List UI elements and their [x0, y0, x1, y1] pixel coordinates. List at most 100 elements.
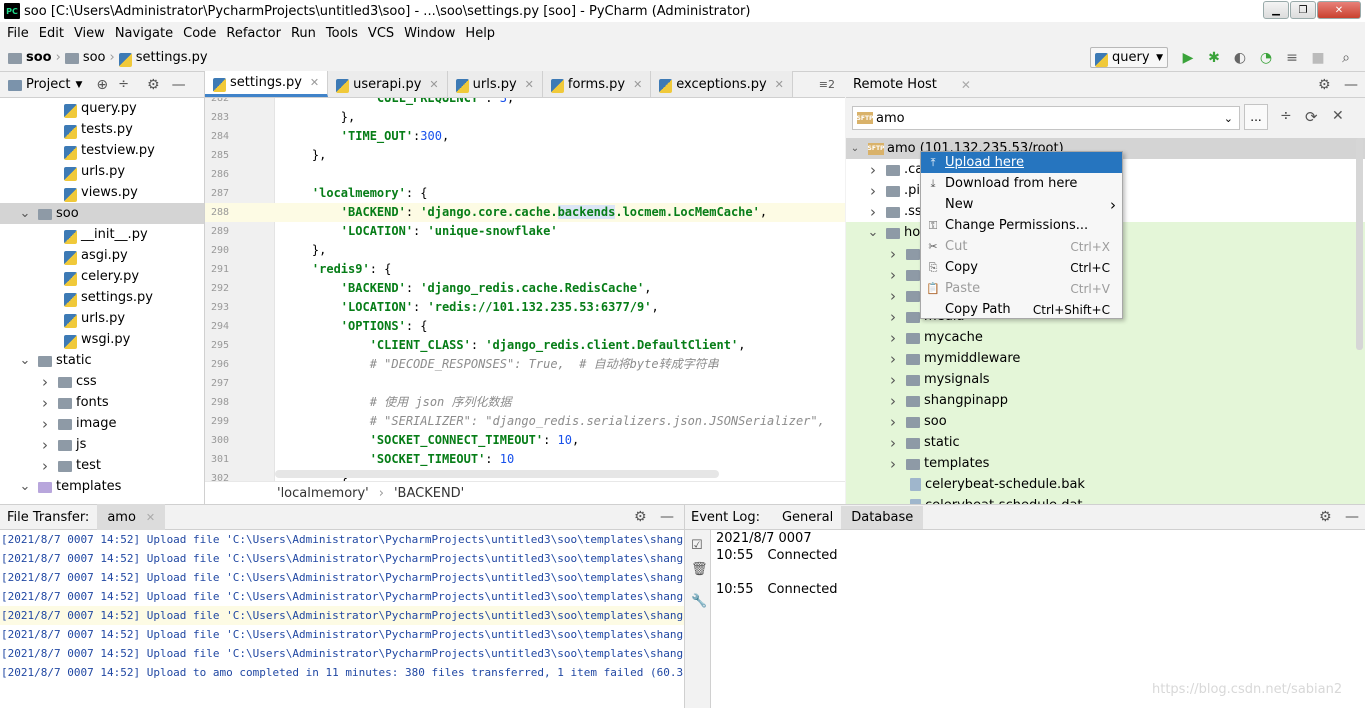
chevron-right-icon[interactable]: › [38, 373, 52, 391]
menu-edit[interactable]: Edit [34, 26, 69, 41]
close-button[interactable]: ✕ [1317, 1, 1361, 19]
menu-window[interactable]: Window [399, 26, 460, 41]
remote-tree-item[interactable]: › shangpinapp [846, 390, 1365, 411]
code-line[interactable]: 300 'SOCKET_CONNECT_TIMEOUT': 10, [205, 431, 845, 450]
chevron-down-icon[interactable]: ⌄ [18, 353, 32, 368]
horizontal-scrollbar[interactable] [275, 470, 719, 478]
code-line[interactable]: 289 'LOCATION': 'unique-snowflake' [205, 222, 845, 241]
remote-tree-item[interactable]: › templates [846, 453, 1365, 474]
chevron-right-icon[interactable]: › [38, 457, 52, 475]
collapse-icon[interactable]: ÷ [1280, 108, 1292, 124]
code-line[interactable]: 288 'BACKEND': 'django.core.cache.backen… [205, 203, 845, 222]
project-tree-item[interactable]: › fonts [0, 392, 204, 413]
breadcrumb-item-project[interactable]: soo [8, 50, 52, 65]
trash-icon[interactable]: 🗑 [691, 562, 708, 577]
code-line[interactable]: 295 'CLIENT_CLASS': 'django_redis.client… [205, 336, 845, 355]
menu-item-copy-path[interactable]: Copy Path Ctrl+Shift+C [921, 299, 1122, 320]
close-icon[interactable]: ✕ [633, 78, 642, 91]
close-icon[interactable]: ✕ [525, 78, 534, 91]
tab-database[interactable]: Database [841, 505, 924, 529]
concurrency-icon[interactable]: ≡ [1284, 50, 1300, 66]
chevron-right-icon[interactable]: › [886, 350, 900, 368]
menu-file[interactable]: File [2, 26, 34, 41]
menu-refactor[interactable]: Refactor [221, 26, 286, 41]
search-icon[interactable]: ⌕ [1338, 50, 1354, 66]
code-line[interactable]: 285 }, [205, 146, 845, 165]
chevron-right-icon[interactable]: › [886, 455, 900, 473]
locate-icon[interactable]: ⊕ [96, 77, 108, 93]
menu-item-cut[interactable]: ✂ Cut Ctrl+X [921, 236, 1122, 257]
code-editor[interactable]: 282 'CULL_FREQUENCY': 3, 283 }, 284 'TIME_… [205, 98, 845, 481]
code-line[interactable]: 290 }, [205, 241, 845, 260]
remote-tree-item[interactable]: › mysignals [846, 369, 1365, 390]
remote-tree-item[interactable]: › soo [846, 411, 1365, 432]
project-tree-item[interactable]: ⌄ soo [0, 203, 204, 224]
mark-read-icon[interactable]: ☑ [691, 538, 703, 553]
code-line[interactable]: 282 'CULL_FREQUENCY': 3, [205, 98, 845, 108]
debug-icon[interactable]: ✱ [1206, 50, 1222, 66]
remote-tree-item[interactable]: › static [846, 432, 1365, 453]
code-line[interactable]: 299 # "SERIALIZER": "django_redis.serial… [205, 412, 845, 431]
server-select[interactable]: SFTP amo ⌄ [852, 106, 1240, 130]
code-line[interactable]: 298 # 使用 json 序列化数据 [205, 393, 845, 412]
project-panel-title[interactable]: Project [26, 77, 70, 92]
vertical-scrollbar[interactable] [1356, 138, 1363, 350]
project-tree-item[interactable]: celery.py [0, 266, 204, 287]
chevron-right-icon[interactable]: › [886, 329, 900, 347]
menu-item-change-permissions[interactable]: ⚿ Change Permissions... [921, 215, 1122, 236]
chevron-right-icon[interactable]: › [886, 392, 900, 410]
chevron-down-icon[interactable]: ⌄ [866, 225, 880, 240]
tab-general[interactable]: General [774, 510, 841, 525]
chevron-right-icon[interactable]: › [38, 394, 52, 412]
code-line[interactable]: 287 'localmemory': { [205, 184, 845, 203]
chevron-down-icon[interactable]: ⌄ [18, 206, 32, 221]
collapse-all-icon[interactable]: ÷ [118, 77, 129, 92]
editor-breadcrumb-item[interactable]: 'BACKEND' [394, 486, 464, 501]
gear-icon[interactable]: ⚙ [1319, 509, 1332, 525]
chevron-down-icon[interactable]: ▼ [75, 80, 82, 90]
menu-navigate[interactable]: Navigate [110, 26, 178, 41]
browse-servers-button[interactable]: ... [1244, 104, 1268, 130]
project-tree-item[interactable]: __init__.py [0, 224, 204, 245]
code-line[interactable]: 284 'TIME_OUT':300, [205, 127, 845, 146]
code-line[interactable]: 286 [205, 165, 845, 184]
close-icon[interactable]: ✕ [310, 76, 319, 89]
project-tree-item[interactable]: asgi.py [0, 245, 204, 266]
maximize-button[interactable]: ❐ [1290, 1, 1316, 19]
menu-code[interactable]: Code [178, 26, 221, 41]
menu-item-copy[interactable]: ⎘ Copy Ctrl+C [921, 257, 1122, 278]
remote-tree-item[interactable]: celerybeat-schedule.dat [846, 495, 1365, 504]
file-transfer-tab[interactable]: amo ✕ [97, 504, 166, 530]
chevron-down-icon[interactable]: ⌄ [18, 479, 32, 494]
chevron-right-icon[interactable]: › [886, 245, 900, 263]
menu-vcs[interactable]: VCS [363, 26, 399, 41]
hide-panel-icon[interactable]: — [172, 77, 186, 93]
menu-item-new[interactable]: New › [921, 194, 1122, 215]
code-line[interactable]: 293 'LOCATION': 'redis://101.132.235.53:… [205, 298, 845, 317]
chevron-right-icon[interactable]: › [866, 182, 880, 200]
remote-tree-item[interactable]: celerybeat-schedule.bak [846, 474, 1365, 495]
gear-icon[interactable]: ⚙ [147, 77, 160, 93]
chevron-right-icon[interactable]: › [886, 287, 900, 305]
coverage-icon[interactable]: ◐ [1232, 50, 1248, 66]
wrench-icon[interactable]: 🔧 [691, 594, 707, 609]
stop-icon[interactable]: ■ [1310, 50, 1326, 66]
project-tree-item[interactable]: testview.py [0, 140, 204, 161]
close-icon[interactable]: ✕ [1332, 108, 1344, 124]
project-tree-item[interactable]: urls.py [0, 308, 204, 329]
tab-forms-py[interactable]: forms.py ✕ [542, 71, 652, 97]
gear-icon[interactable]: ⚙ [634, 509, 647, 525]
code-line[interactable]: 301 'SOCKET_TIMEOUT': 10 [205, 450, 845, 469]
chevron-right-icon[interactable]: › [866, 161, 880, 179]
chevron-right-icon[interactable]: › [886, 434, 900, 452]
tab-userapi-py[interactable]: userapi.py ✕ [328, 71, 448, 97]
project-tree-item[interactable]: › css [0, 371, 204, 392]
chevron-right-icon[interactable]: › [886, 308, 900, 326]
chevron-right-icon[interactable]: › [886, 371, 900, 389]
chevron-right-icon[interactable]: › [38, 436, 52, 454]
editor-breadcrumb-item[interactable]: 'localmemory' [277, 486, 369, 501]
project-tree-item[interactable]: query.py [0, 98, 204, 119]
menu-view[interactable]: View [69, 26, 110, 41]
menu-tools[interactable]: Tools [321, 26, 363, 41]
tab-exceptions-py[interactable]: exceptions.py ✕ [651, 71, 793, 97]
